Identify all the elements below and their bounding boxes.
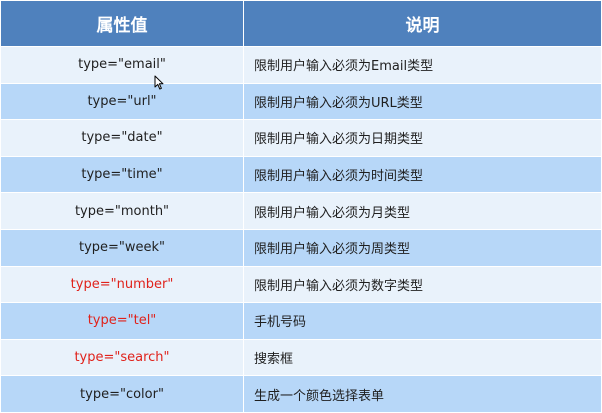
row-attribute-value: type="date": [0, 119, 244, 157]
row-description: 手机号码: [243, 302, 602, 340]
table-row: type="week" 限制用户输入必须为周类型: [0, 228, 602, 267]
row-attribute-value: type="month": [0, 192, 244, 230]
row-description: 限制用户输入必须为数字类型: [243, 265, 602, 304]
table-row: type="date" 限制用户输入必须为日期类型: [0, 119, 602, 157]
row-attribute-value: type="number": [0, 265, 244, 304]
header-description: 说明: [243, 0, 602, 47]
input-types-table: 属性值 说明 type="email" 限制用户输入必须为Email类型 typ…: [0, 0, 602, 413]
header-attribute-value: 属性值: [0, 0, 244, 47]
row-attribute-value: type="color": [0, 375, 244, 413]
row-description: 生成一个颜色选择表单: [243, 375, 602, 413]
row-description: 限制用户输入必须为周类型: [243, 228, 602, 267]
mouse-pointer-icon: [154, 75, 164, 90]
row-description: 限制用户输入必须为日期类型: [243, 119, 602, 157]
row-attribute-value: type="week": [0, 228, 244, 267]
table-row: type="search" 搜索框: [0, 338, 602, 377]
row-description: 限制用户输入必须为Email类型: [243, 46, 602, 84]
table-row: type="color" 生成一个颜色选择表单: [0, 375, 602, 413]
row-description: 限制用户输入必须为月类型: [243, 192, 602, 230]
row-attribute-value: type="time": [0, 155, 244, 194]
table-header-row: 属性值 说明: [0, 0, 602, 47]
table-row: type="url" 限制用户输入必须为URL类型: [0, 82, 602, 121]
row-description: 搜索框: [243, 338, 602, 377]
table-row: type="month" 限制用户输入必须为月类型: [0, 192, 602, 230]
row-description: 限制用户输入必须为URL类型: [243, 82, 602, 121]
row-description: 限制用户输入必须为时间类型: [243, 155, 602, 194]
table-row: type="tel" 手机号码: [0, 302, 602, 340]
row-attribute-value: type="tel": [0, 302, 244, 340]
table-row: type="email" 限制用户输入必须为Email类型: [0, 46, 602, 84]
table-row: type="number" 限制用户输入必须为数字类型: [0, 265, 602, 304]
table-row: type="time" 限制用户输入必须为时间类型: [0, 155, 602, 194]
row-attribute-value: type="url": [0, 82, 244, 121]
row-attribute-value: type="email": [0, 46, 244, 84]
row-attribute-value: type="search": [0, 338, 244, 377]
